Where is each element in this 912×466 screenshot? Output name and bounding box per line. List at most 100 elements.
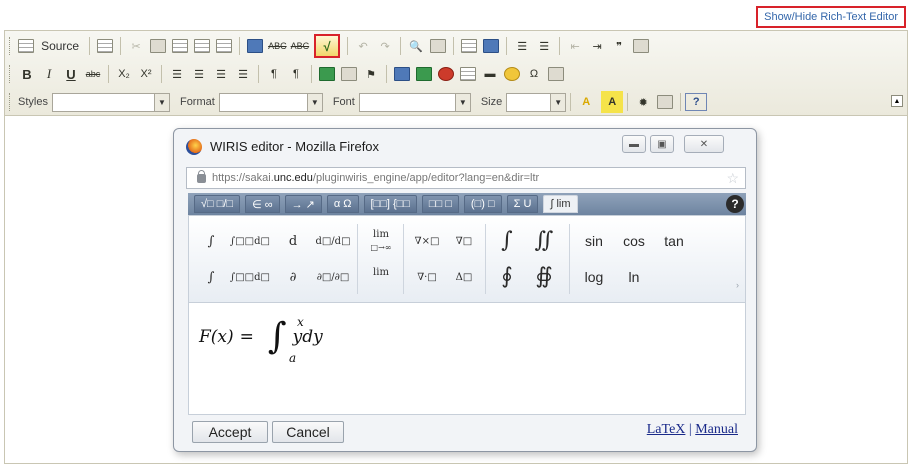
align-center-button[interactable]: ☰ (188, 63, 210, 85)
source-button[interactable]: Source (16, 35, 85, 57)
numbered-list-button[interactable]: ☰ (511, 35, 533, 57)
redo-button[interactable]: ↷ (374, 35, 396, 57)
palette-cos[interactable]: cos (617, 230, 651, 252)
help-icon[interactable]: ? (726, 195, 744, 213)
palette-partial-derivative[interactable]: ∂□/∂□ (313, 266, 353, 288)
tab-general[interactable]: √□ □/□ (194, 195, 241, 213)
palette-limit[interactable]: lim (363, 264, 399, 280)
format-dropdown[interactable]: ▼ (218, 92, 323, 112)
tab-arrows[interactable]: → ↗ (284, 195, 322, 213)
find-button[interactable]: 🔍 (405, 35, 427, 57)
ltr-button[interactable]: ¶ (263, 63, 285, 85)
table-button[interactable] (457, 63, 479, 85)
replace-button[interactable] (427, 35, 449, 57)
palette-surface-integral[interactable]: ∯ (529, 262, 559, 290)
latex-link[interactable]: LaTeX (647, 422, 686, 437)
spellcheck-button[interactable]: ABC (266, 35, 289, 57)
palette-integral-limits[interactable]: ∫ (199, 230, 223, 252)
new-page-button[interactable] (94, 35, 116, 57)
special-char-button[interactable]: Ω (523, 63, 545, 85)
flash-button[interactable] (413, 63, 435, 85)
horizontal-rule-button[interactable]: ▬ (479, 63, 501, 85)
select-all-button[interactable] (458, 35, 480, 57)
background-color-button[interactable]: A (601, 91, 624, 113)
indent-button[interactable]: ⇥ (586, 35, 608, 57)
cut-button[interactable]: ✂ (125, 35, 147, 57)
cancel-button[interactable]: Cancel (272, 421, 344, 443)
formula-editing-area[interactable]: F(x) = ∫ x a ydy (188, 303, 746, 415)
maximize-window-button[interactable]: ▣ (650, 135, 674, 153)
about-button[interactable]: ? (685, 93, 708, 111)
tab-greek[interactable]: α Ω (326, 195, 359, 213)
palette-laplacian[interactable]: Δ□ (449, 266, 479, 288)
palette-partial[interactable]: ∂ (281, 266, 305, 288)
palette-derivative[interactable]: d□/d□ (313, 230, 353, 252)
font-dropdown[interactable]: ▼ (358, 92, 471, 112)
manual-link[interactable]: Manual (695, 422, 738, 437)
palette-curl[interactable]: ∇×□ (409, 230, 445, 252)
palette-sin[interactable]: sin (577, 230, 611, 252)
tab-calculus[interactable]: ∫ lim (543, 195, 578, 213)
bold-button[interactable]: B (16, 63, 38, 85)
bulleted-list-button[interactable]: ☰ (533, 35, 555, 57)
palette-integral[interactable]: ∫ (495, 226, 519, 254)
remove-format-button[interactable] (480, 35, 502, 57)
minimize-button[interactable]: ▬ (622, 135, 646, 153)
tab-symbols[interactable]: ∈ ∞ (245, 195, 280, 213)
styles-dropdown[interactable]: ▼ (51, 92, 170, 112)
tab-sums[interactable]: Σ U (506, 195, 539, 213)
close-button[interactable]: ✕ (684, 135, 724, 153)
copy-button[interactable] (147, 35, 169, 57)
toolbar-grip[interactable] (9, 65, 12, 83)
tab-matrices[interactable]: [□□] {□□ (363, 195, 417, 213)
palette-indefinite-integral[interactable]: ∫□□d□ (227, 266, 273, 288)
strikethrough-button[interactable]: abc (82, 63, 104, 85)
link-button[interactable] (316, 63, 338, 85)
align-right-button[interactable]: ☰ (210, 63, 232, 85)
palette-definite-integral[interactable]: ∫□□d□ (227, 230, 273, 252)
collapse-toolbar-button[interactable]: ▲ (891, 95, 903, 107)
palette-contour-integral[interactable]: ∮ (495, 262, 519, 290)
undo-button[interactable]: ↶ (352, 35, 374, 57)
tab-scripts[interactable]: □□ □ (421, 195, 459, 213)
outdent-button[interactable]: ⇤ (564, 35, 586, 57)
show-hide-rich-text-editor-link[interactable]: Show/Hide Rich-Text Editor (756, 6, 906, 28)
palette-integral-lower[interactable]: ∫ (199, 266, 223, 288)
wiris-formula-button[interactable]: √ (314, 34, 341, 58)
italic-button[interactable]: I (38, 63, 60, 85)
anchor-button[interactable]: ⚑ (360, 63, 382, 85)
palette-divergence[interactable]: ∇·□ (409, 266, 445, 288)
palette-differential[interactable]: d (281, 230, 305, 252)
palette-scroll-arrow[interactable]: › (736, 280, 739, 290)
embed-button[interactable] (435, 63, 457, 85)
accept-button[interactable]: Accept (192, 421, 268, 443)
spellcheck-as-you-type-button[interactable]: ABC (289, 35, 312, 57)
address-bar[interactable]: https://sakai. unc.edu/pluginwiris_engine… (186, 167, 746, 189)
paste-word-button[interactable] (213, 35, 235, 57)
align-left-button[interactable]: ☰ (166, 63, 188, 85)
rtl-button[interactable]: ¶ (285, 63, 307, 85)
paste-button[interactable] (169, 35, 191, 57)
maximize-button[interactable]: ✹ (632, 91, 654, 113)
smiley-button[interactable] (501, 63, 523, 85)
show-blocks-button[interactable] (654, 91, 676, 113)
blockquote-button[interactable]: ❞ (608, 35, 630, 57)
paste-text-button[interactable] (191, 35, 213, 57)
palette-ln[interactable]: ln (617, 266, 651, 288)
size-dropdown[interactable]: ▼ (506, 92, 567, 112)
palette-double-integral[interactable]: ∬ (529, 226, 559, 254)
toolbar-grip[interactable] (9, 93, 12, 111)
subscript-button[interactable]: X₂ (113, 63, 135, 85)
palette-log[interactable]: log (577, 266, 611, 288)
align-justify-button[interactable]: ☰ (232, 63, 254, 85)
window-titlebar[interactable]: WIRIS editor - Mozilla Firefox ▬ ▣ ✕ (174, 129, 756, 163)
div-button[interactable] (630, 35, 652, 57)
print-button[interactable] (244, 35, 266, 57)
palette-gradient[interactable]: ∇□ (449, 230, 479, 252)
text-color-button[interactable]: A (575, 91, 597, 113)
page-break-button[interactable] (545, 63, 567, 85)
bookmark-star-icon[interactable]: ☆ (726, 170, 739, 187)
unlink-button[interactable] (338, 63, 360, 85)
toolbar-grip[interactable] (9, 37, 12, 55)
tab-brackets[interactable]: (□) □ (463, 195, 502, 213)
